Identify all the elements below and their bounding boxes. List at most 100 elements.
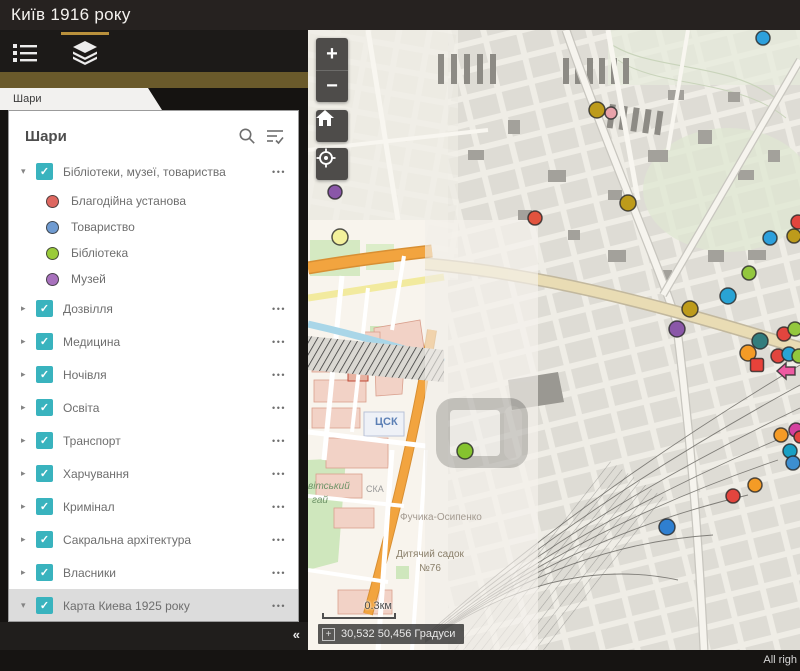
zoom-in-button[interactable]: + (316, 38, 348, 70)
map-marker[interactable] (682, 301, 698, 317)
home-button[interactable] (316, 110, 348, 142)
layer-label: Власники (63, 566, 266, 580)
map-label: №76 (419, 563, 441, 574)
layer-label: Дозвілля (63, 302, 266, 316)
app-window: Київ 1916 року Шар (0, 0, 800, 671)
layer-menu-button[interactable]: ••• (266, 337, 286, 347)
map-marker[interactable] (659, 519, 675, 535)
caret-icon[interactable]: ▸ (21, 567, 36, 578)
locate-icon (316, 148, 336, 168)
caret-icon[interactable]: ▸ (21, 369, 36, 380)
layer-label: Бібліотеки, музеї, товариства (63, 165, 266, 179)
tab-layers[interactable]: Шари (0, 88, 162, 110)
legend-symbol (46, 247, 59, 260)
map-marker[interactable] (332, 229, 348, 245)
map-marker[interactable] (752, 333, 768, 349)
caret-icon[interactable]: ▸ (21, 336, 36, 347)
layer-checkbox[interactable]: ✓ (36, 366, 53, 383)
layer-row-9[interactable]: ▸✓ Власники••• (9, 556, 298, 589)
layer-menu-button[interactable]: ••• (266, 469, 286, 479)
collapse-panel-button[interactable]: « (293, 627, 298, 642)
map-marker[interactable] (787, 229, 800, 243)
layers-icon (72, 41, 98, 65)
layer-menu-button[interactable]: ••• (266, 502, 286, 512)
active-tool-indicator (61, 32, 109, 35)
legend-label: Бібліотека (71, 246, 128, 260)
layers-tool-button[interactable] (71, 40, 99, 66)
caret-icon[interactable]: ▸ (21, 501, 36, 512)
map-marker[interactable] (788, 322, 800, 336)
map-marker[interactable] (786, 456, 800, 470)
map-marker[interactable] (620, 195, 636, 211)
layer-menu-button[interactable]: ••• (266, 370, 286, 380)
locate-button[interactable] (316, 148, 348, 180)
map-marker[interactable] (748, 478, 762, 492)
map-marker[interactable] (589, 102, 605, 118)
map-marker[interactable] (528, 211, 542, 225)
layer-row-7[interactable]: ▸✓Кримінал••• (9, 490, 298, 523)
layer-checkbox[interactable]: ✓ (36, 399, 53, 416)
layer-checkbox[interactable]: ✓ (36, 465, 53, 482)
caret-icon[interactable]: ▸ (21, 303, 36, 314)
layer-row-1[interactable]: ▸✓ Дозвілля••• (9, 292, 298, 325)
map-marker[interactable] (669, 321, 685, 337)
caret-icon[interactable]: ▸ (21, 435, 36, 446)
map-marker[interactable] (720, 288, 736, 304)
layer-checkbox[interactable]: ✓ (36, 333, 53, 350)
layer-menu-button[interactable]: ••• (266, 304, 286, 314)
layer-label: Транспорт (63, 434, 266, 448)
caret-icon[interactable]: ▾ (21, 600, 36, 611)
layer-menu-button[interactable]: ••• (266, 436, 286, 446)
map-marker[interactable] (763, 231, 777, 245)
legend-row: Музей (9, 266, 298, 292)
map-marker[interactable] (791, 215, 800, 229)
filter-check-icon (265, 127, 285, 145)
layer-row-2[interactable]: ▸✓Медицина••• (9, 325, 298, 358)
layer-menu-button[interactable]: ••• (266, 535, 286, 545)
legend-row: Товариство (9, 214, 298, 240)
map-marker[interactable] (794, 431, 800, 443)
scale-label: 0.3км (322, 600, 396, 612)
caret-icon[interactable]: ▸ (21, 534, 36, 545)
search-button[interactable] (236, 125, 258, 147)
layer-row-3[interactable]: ▸✓Ночівля••• (9, 358, 298, 391)
zoom-control: + − (316, 38, 348, 102)
caret-icon[interactable]: ▸ (21, 402, 36, 413)
map-marker[interactable] (726, 489, 740, 503)
layer-checkbox[interactable]: ✓ (36, 300, 53, 317)
layer-checkbox[interactable]: ✓ (36, 597, 53, 614)
caret-icon[interactable]: ▾ (21, 166, 36, 177)
layer-checkbox[interactable]: ✓ (36, 163, 53, 180)
layer-row-8[interactable]: ▸✓Сакральна архітектура••• (9, 523, 298, 556)
map-marker[interactable] (328, 185, 342, 199)
zoom-out-button[interactable]: − (316, 70, 348, 102)
layer-menu-button[interactable]: ••• (266, 403, 286, 413)
map-marker[interactable] (751, 359, 764, 372)
layer-label: Харчування (63, 467, 266, 481)
caret-icon[interactable]: ▸ (21, 468, 36, 479)
layer-checkbox[interactable]: ✓ (36, 432, 53, 449)
map-marker[interactable] (457, 443, 473, 459)
layer-row-0[interactable]: ▾✓ Бібліотеки, музеї, товариства••• (9, 155, 298, 188)
map-marker[interactable] (605, 107, 617, 119)
map-canvas[interactable]: ЦСКСКАФучика-ОсипенкоДитячий садок№76віт… (308, 30, 800, 650)
filter-button[interactable] (264, 125, 286, 147)
map-marker[interactable] (792, 349, 800, 363)
map-marker[interactable] (742, 266, 756, 280)
layer-row-4[interactable]: ▸✓Освіта••• (9, 391, 298, 424)
map-marker[interactable] (756, 31, 770, 45)
map-label: СКА (366, 484, 384, 494)
coordinate-capture-icon[interactable]: + (322, 628, 335, 641)
layer-checkbox[interactable]: ✓ (36, 564, 53, 581)
legend-tool-button[interactable] (11, 40, 39, 66)
layer-row-6[interactable]: ▸✓ Харчування••• (9, 457, 298, 490)
layer-checkbox[interactable]: ✓ (36, 498, 53, 515)
layer-row-10[interactable]: ▾✓Карта Киева 1925 року••• (9, 589, 298, 622)
layer-menu-button[interactable]: ••• (266, 167, 286, 177)
layer-checkbox[interactable]: ✓ (36, 531, 53, 548)
layers-panel-header: Шари (9, 111, 298, 155)
map-marker[interactable] (774, 428, 788, 442)
layer-row-5[interactable]: ▸✓ Транспорт••• (9, 424, 298, 457)
layer-menu-button[interactable]: ••• (266, 601, 286, 611)
layer-menu-button[interactable]: ••• (266, 568, 286, 578)
